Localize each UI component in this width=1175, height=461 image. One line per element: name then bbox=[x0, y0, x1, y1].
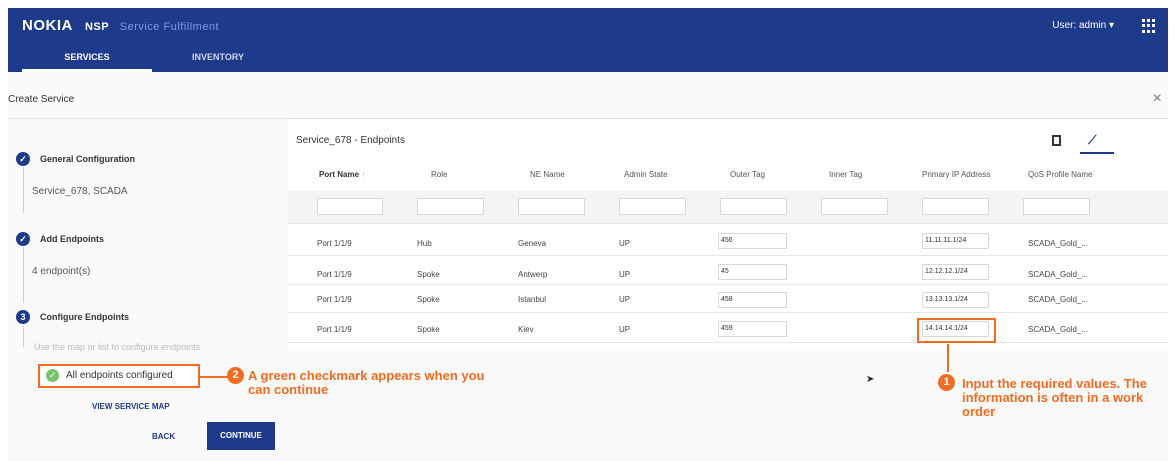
filter-input[interactable] bbox=[317, 198, 383, 215]
column-header-qos-profile[interactable]: QoS Profile Name bbox=[1028, 170, 1092, 179]
column-header-label: Port Name bbox=[319, 170, 360, 179]
filter-input[interactable] bbox=[821, 198, 888, 215]
cell-role: Spoke bbox=[417, 295, 440, 304]
cell-port: Port 1/1/9 bbox=[317, 325, 352, 334]
step-hint: Use the map or list to configure endpoin… bbox=[34, 342, 201, 352]
step-connector bbox=[23, 325, 24, 347]
primary-ip-input[interactable]: 12.12.12.1/24 bbox=[922, 264, 989, 280]
outer-tag-input[interactable]: 456 bbox=[718, 233, 787, 249]
green-check-icon: ✓ bbox=[46, 369, 59, 382]
cell-ne-name: Kiev bbox=[518, 325, 534, 334]
all-endpoints-status: ✓ All endpoints configured bbox=[38, 364, 200, 388]
cell-ne-name: Antwerp bbox=[518, 270, 548, 279]
step-summary: Service_678, SCADA bbox=[32, 186, 128, 197]
check-icon: ✓ bbox=[16, 152, 30, 166]
column-header-ne-name[interactable]: NE Name bbox=[530, 170, 565, 179]
filter-input[interactable] bbox=[1023, 198, 1090, 215]
brand: NOKIA NSP Service Fulfillment bbox=[22, 17, 219, 34]
cell-port: Port 1/1/9 bbox=[317, 295, 352, 304]
top-bar: NOKIA NSP Service Fulfillment User: admi… bbox=[8, 8, 1168, 72]
row-divider bbox=[288, 223, 1168, 224]
column-header-inner-tag[interactable]: Inner Tag bbox=[829, 170, 862, 179]
filter-input[interactable] bbox=[417, 198, 484, 215]
filter-input[interactable] bbox=[518, 198, 585, 215]
user-menu[interactable]: User: admin ▾ bbox=[1052, 20, 1114, 31]
filter-input[interactable] bbox=[922, 198, 989, 215]
step-connector bbox=[23, 247, 24, 303]
step-summary: 4 endpoint(s) bbox=[32, 266, 91, 277]
map-view-icon[interactable] bbox=[1052, 135, 1061, 146]
cell-role: Spoke bbox=[417, 270, 440, 279]
cell-role: Spoke bbox=[417, 325, 440, 334]
tab-inventory[interactable]: INVENTORY bbox=[153, 46, 283, 72]
tab-services[interactable]: SERVICES bbox=[22, 46, 152, 72]
cell-ne-name: Istanbul bbox=[518, 295, 547, 304]
row-divider bbox=[288, 284, 1168, 285]
step-number-icon: 3 bbox=[16, 310, 30, 324]
callout-connector bbox=[947, 344, 949, 372]
step-title: General Configuration bbox=[40, 154, 136, 164]
row-divider bbox=[288, 342, 1168, 343]
cell-port: Port 1/1/9 bbox=[317, 239, 352, 248]
module-name: Service Fulfillment bbox=[119, 21, 220, 33]
primary-ip-input[interactable]: 13.13.13.1/24 bbox=[922, 292, 989, 308]
table-title: Service_678 - Endpoints bbox=[296, 135, 405, 146]
cell-port: Port 1/1/9 bbox=[317, 270, 352, 279]
column-header-admin-state[interactable]: Admin State bbox=[624, 170, 668, 179]
back-button[interactable]: BACK bbox=[152, 432, 175, 441]
row-divider bbox=[288, 255, 1168, 256]
cell-role: Hub bbox=[417, 239, 432, 248]
filter-input[interactable] bbox=[619, 198, 686, 215]
list-view-icon[interactable]: ⟋ bbox=[1088, 133, 1096, 148]
callout-badge-2: 2 bbox=[227, 367, 244, 384]
outer-tag-input[interactable]: 45 bbox=[718, 264, 787, 280]
column-header-role[interactable]: Role bbox=[431, 170, 447, 179]
active-view-indicator bbox=[1080, 152, 1114, 154]
cell-qos-profile: SCADA_Gold_... bbox=[1028, 239, 1089, 248]
cell-qos-profile: SCADA_Gold_... bbox=[1028, 270, 1089, 279]
row-divider bbox=[288, 312, 1168, 313]
view-service-map-link[interactable]: VIEW SERVICE MAP bbox=[92, 402, 170, 411]
product-name: NSP bbox=[84, 21, 110, 33]
cell-qos-profile: SCADA_Gold_... bbox=[1028, 325, 1089, 334]
close-icon[interactable]: × bbox=[1153, 90, 1162, 108]
continue-button[interactable]: CONTINUE bbox=[207, 422, 275, 450]
step-connector bbox=[23, 167, 24, 213]
ip-input-highlight bbox=[917, 318, 996, 343]
callout-badge-1: 1 bbox=[938, 374, 955, 391]
endpoints-table-area: Service_678 - Endpoints ⟋ Port Name ↑ Ro… bbox=[288, 119, 1168, 349]
step-title: Add Endpoints bbox=[40, 234, 104, 244]
column-header-port-name[interactable]: Port Name ↑ bbox=[319, 170, 365, 179]
callout-connector bbox=[200, 376, 230, 378]
mouse-cursor-icon: ➤ bbox=[866, 374, 875, 385]
check-icon: ✓ bbox=[16, 232, 30, 246]
cell-admin-state: UP bbox=[619, 295, 631, 304]
cell-admin-state: UP bbox=[619, 239, 631, 248]
callout-text-2: A green checkmark appears when you can c… bbox=[248, 368, 485, 397]
column-header-outer-tag[interactable]: Outer Tag bbox=[730, 170, 765, 179]
cell-qos-profile: SCADA_Gold_... bbox=[1028, 295, 1089, 304]
callout-text-1: Input the required values. The informati… bbox=[962, 376, 1147, 419]
logo: NOKIA bbox=[22, 17, 73, 34]
cell-admin-state: UP bbox=[619, 270, 631, 279]
outer-tag-input[interactable]: 459 bbox=[718, 321, 787, 337]
primary-ip-input[interactable]: 11.11.11.1/24 bbox=[922, 233, 989, 249]
sort-arrow-icon: ↑ bbox=[361, 170, 366, 179]
column-header-primary-ip[interactable]: Primary IP Address bbox=[922, 170, 990, 179]
cell-admin-state: UP bbox=[619, 325, 631, 334]
cell-ne-name: Geneva bbox=[518, 239, 547, 248]
status-label: All endpoints configured bbox=[66, 370, 173, 381]
outer-tag-input[interactable]: 458 bbox=[718, 292, 787, 308]
step-title: Configure Endpoints bbox=[40, 312, 129, 322]
app-grid-icon[interactable] bbox=[1142, 19, 1156, 33]
dialog-title: Create Service bbox=[8, 94, 75, 105]
filter-input[interactable] bbox=[720, 198, 787, 215]
